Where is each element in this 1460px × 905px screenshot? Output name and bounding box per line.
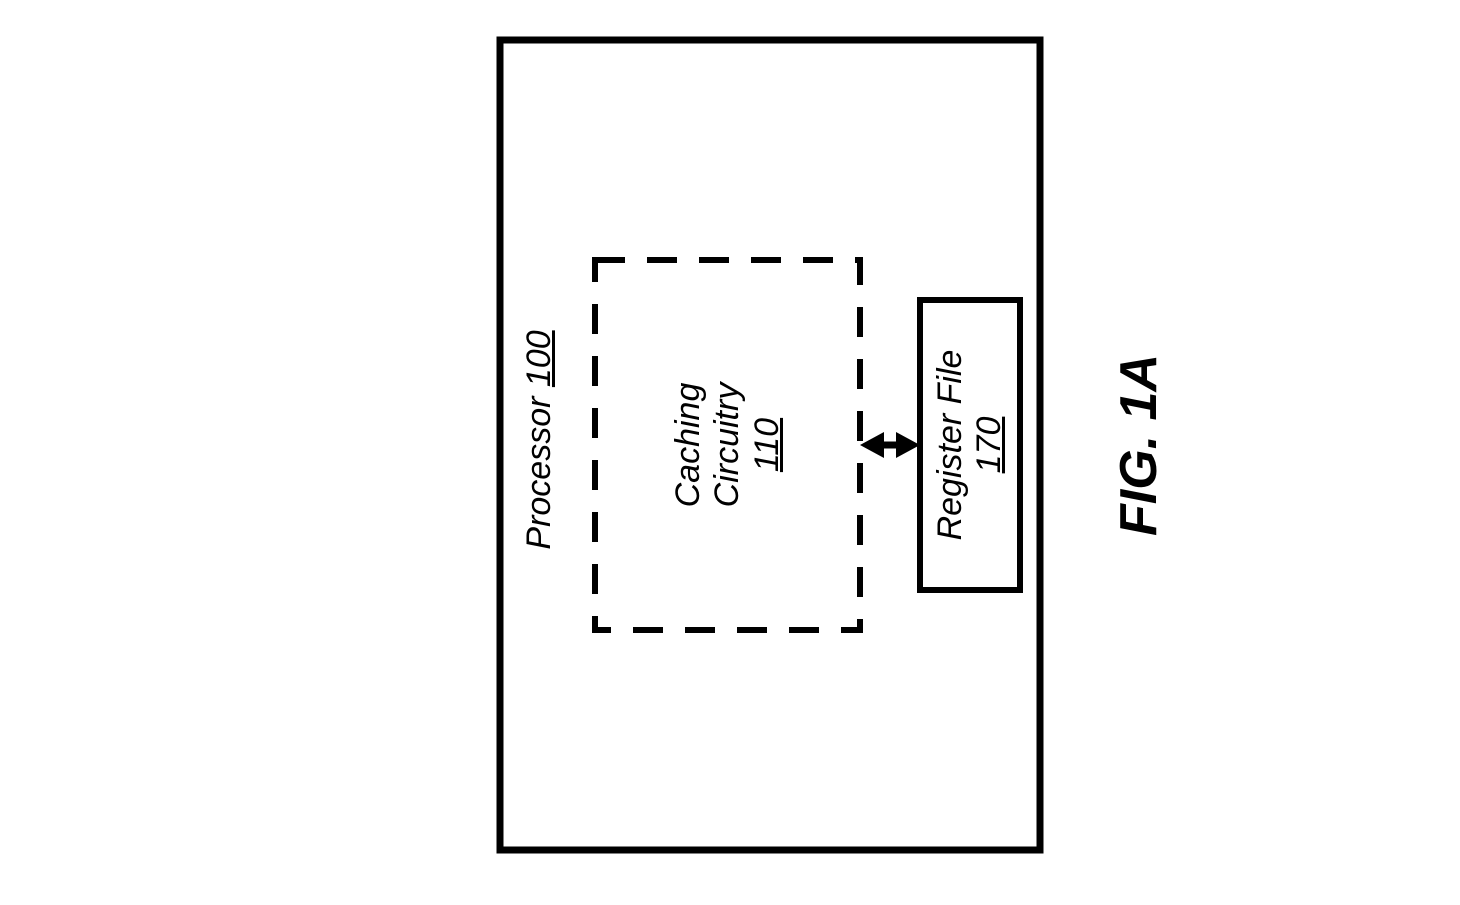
- caching-line2: Circuitry: [708, 383, 747, 508]
- caching-line1: Caching: [669, 383, 708, 508]
- figure-label-container: FIG. 1A: [1105, 295, 1175, 595]
- register-line1: Register File: [931, 350, 970, 541]
- register-number: 170: [970, 350, 1009, 541]
- processor-label-prefix: Processor: [520, 387, 558, 550]
- caching-number: 110: [748, 383, 787, 508]
- diagram-canvas: Processor 100 Caching Circuitry 110 Regi…: [0, 0, 1460, 905]
- processor-label: Processor 100: [510, 340, 570, 540]
- bidirectional-arrow: [860, 432, 920, 458]
- register-file-label: Register File 170: [940, 295, 1000, 595]
- processor-label-number: 100: [520, 330, 558, 387]
- caching-circuitry-label: Caching Circuitry 110: [698, 295, 758, 595]
- figure-label: FIG. 1A: [1110, 354, 1170, 536]
